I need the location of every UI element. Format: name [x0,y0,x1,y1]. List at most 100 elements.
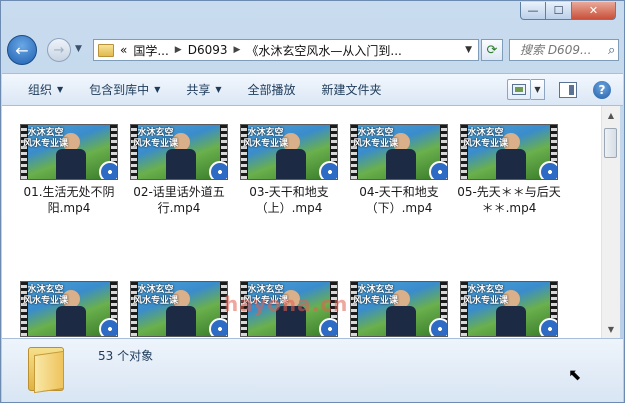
video-thumbnail: 水沐玄空 风水专业课 [350,281,448,337]
file-name: 03-天干和地支（上）.mp4 [249,185,329,215]
media-reel-icon [209,161,227,179]
thumbnail-title: 水沐玄空 风水专业课 [353,285,398,307]
media-reel-icon [99,161,117,179]
thumbnail-title: 水沐玄空 风水专业课 [463,285,508,307]
file-item[interactable]: 水沐玄空 风水专业课 01.生活无处不阴阳.mp4 [15,124,123,216]
thumbnail-title-line: 风水专业课 [463,296,509,306]
media-reel-icon [319,318,337,336]
thumbnail-title-line: 风水专业课 [243,139,289,149]
play-all-label: 全部播放 [247,83,296,97]
media-reel-icon [539,161,557,179]
thumbnail-title-line: 水沐玄空 [467,285,504,295]
media-reel-icon [539,318,557,336]
close-button[interactable]: ✕ [572,2,616,20]
file-item[interactable]: 水沐玄空 风水专业课 [125,281,233,338]
search-box[interactable]: ⌕ [509,39,619,61]
include-in-library-menu[interactable]: 包含到库中 ▼ [89,81,160,98]
share-label: 共享 [186,83,211,97]
media-reel-icon [319,161,337,179]
forward-button[interactable]: → [47,38,71,62]
new-folder-label: 新建文件夹 [321,83,382,97]
address-dropdown-icon[interactable]: ▼ [465,45,472,55]
breadcrumb-overflow[interactable]: « [120,43,127,57]
file-name: 02-话里话外道五行.mp4 [133,185,225,215]
file-item[interactable]: 水沐玄空 风水专业课 [15,281,123,338]
thumbnail-title: 水沐玄空 风水专业课 [133,128,178,150]
breadcrumb-item[interactable]: 《水沐玄空风水—从入门到... [246,42,401,59]
thumbnail-title-line: 风水专业课 [23,296,69,306]
thumbnail-title: 水沐玄空 风水专业课 [23,285,68,307]
back-button[interactable]: ← [7,35,37,65]
folder-icon [98,43,114,57]
media-reel-icon [429,318,447,336]
file-name: 01.生活无处不阴阳.mp4 [23,185,115,215]
thumbnail-title-line: 风水专业课 [133,139,179,149]
file-item[interactable]: 水沐玄空 风水专业课 [345,281,453,338]
search-icon[interactable]: ⌕ [608,43,615,58]
command-bar: 组织 ▼ 包含到库中 ▼ 共享 ▼ 全部播放 新建文件夹 ▼ ? [2,73,623,106]
breadcrumb-item[interactable]: D6093 [188,43,228,57]
file-list[interactable]: 水沐玄空 风水专业课 01.生活无处不阴阳.mp4 水沐玄空 风水专业课 02-话里… [2,106,601,338]
file-item[interactable]: 水沐玄空 风水专业课 02-话里话外道五行.mp4 [125,124,233,216]
recent-pages-dropdown[interactable]: ▼ [75,44,82,54]
change-view-button[interactable] [507,79,531,100]
file-item[interactable]: 水沐玄空 风水专业课 03-天干和地支（上）.mp4 [235,124,343,216]
refresh-button[interactable]: ⟳ [481,39,503,61]
video-thumbnail: 水沐玄空 风水专业课 [240,124,338,180]
new-folder-button[interactable]: 新建文件夹 [322,81,382,98]
address-bar[interactable]: « 国学... ▶ D6093 ▶ 《水沐玄空风水—从入门到... ▼ [93,39,479,61]
mouse-cursor-icon: ⬉ [568,365,582,384]
thumbnail-title-line: 水沐玄空 [137,285,174,295]
chevron-right-icon[interactable]: ▶ [234,45,241,55]
maximize-button[interactable]: ☐ [546,2,572,20]
presenter-body [276,149,306,179]
media-reel-icon [209,318,227,336]
file-item[interactable]: 水沐玄空 风水专业课 05-先天＊＊与后天＊＊.mp4 [455,124,563,216]
video-thumbnail: 水沐玄空 风水专业课 [20,281,118,337]
view-controls: ▼ ? [507,79,611,100]
video-thumbnail: 水沐玄空 风水专业课 [130,124,228,180]
organize-label: 组织 [28,83,53,97]
scroll-down-icon[interactable]: ▼ [604,322,618,336]
presenter-body [56,149,86,179]
presenter-body [386,149,416,179]
organize-menu[interactable]: 组织 ▼ [28,81,63,98]
thumbnail-title-line: 风水专业课 [23,139,69,149]
thumbnail-title-line: 水沐玄空 [27,128,64,138]
chevron-right-icon[interactable]: ▶ [175,45,182,55]
file-item[interactable]: 水沐玄空 风水专业课 [455,281,563,338]
thumbnail-title: 水沐玄空 风水专业课 [133,285,178,307]
explorer-window: — ☐ ✕ ← → ▼ « 国学... ▶ D6093 ▶ 《水沐玄空风水—从入… [0,0,625,403]
watermark: hayona.cn [224,292,349,316]
share-menu[interactable]: 共享 ▼ [186,81,221,98]
thumbnail-title-line: 水沐玄空 [357,285,394,295]
video-thumbnail: 水沐玄空 风水专业课 [350,124,448,180]
thumbnail-title: 水沐玄空 风水专业课 [243,128,288,150]
file-item[interactable]: 水沐玄空 风水专业课 04-天干和地支（下）.mp4 [345,124,453,216]
forward-arrow-icon: → [53,42,65,58]
thumbnail-title: 水沐玄空 风水专业课 [353,128,398,150]
vertical-scrollbar[interactable]: ▲ ▼ [601,106,620,338]
chevron-down-icon: ▼ [215,85,222,94]
video-thumbnail: 水沐玄空 风水专业课 [130,281,228,337]
presenter-body [496,306,526,336]
help-icon[interactable]: ? [593,80,611,99]
preview-pane-icon[interactable] [559,81,577,98]
presenter-body [56,306,86,336]
thumbnail-title-line: 风水专业课 [463,139,509,149]
scroll-thumb[interactable] [604,128,617,158]
breadcrumb-item[interactable]: 国学... [133,42,168,59]
thumbnail-title: 水沐玄空 风水专业课 [463,128,508,150]
refresh-icon: ⟳ [486,42,498,58]
view-dropdown-icon[interactable]: ▼ [531,79,545,100]
presenter-body [166,306,196,336]
presenter-body [386,306,416,336]
minimize-button[interactable]: — [520,2,546,20]
search-input[interactable] [518,42,606,58]
navigation-bar: ← → ▼ « 国学... ▶ D6093 ▶ 《水沐玄空风水—从入门到... … [7,35,619,65]
presenter-body [496,149,526,179]
folder-icon [28,347,64,394]
play-all-button[interactable]: 全部播放 [248,81,296,98]
view-icon [512,84,526,95]
scroll-up-icon[interactable]: ▲ [604,108,618,122]
